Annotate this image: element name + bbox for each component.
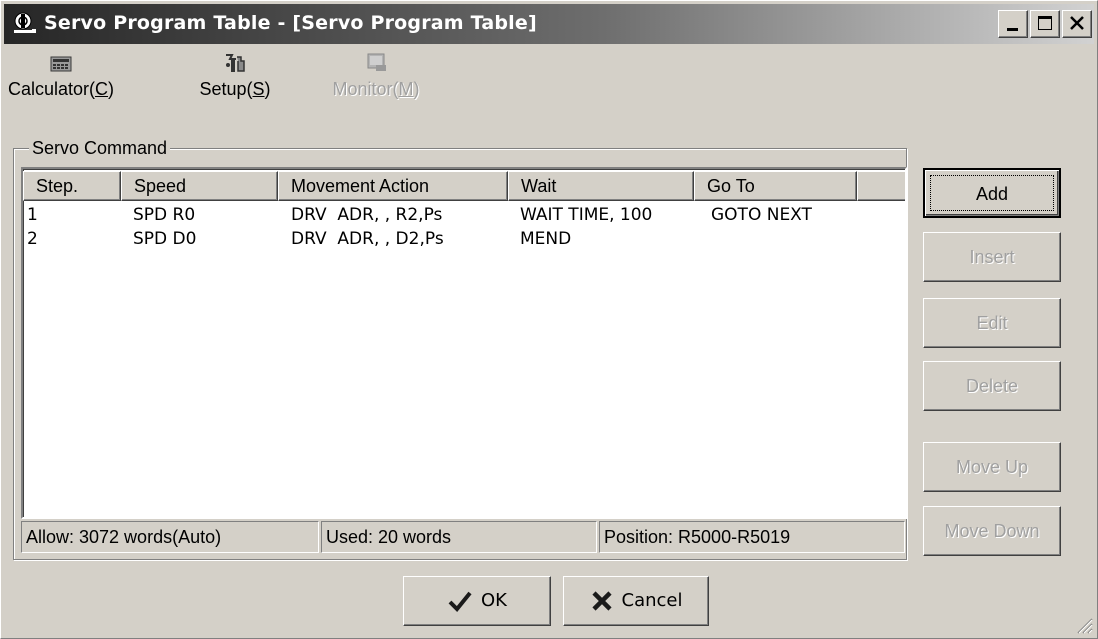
ok-label: OK — [481, 590, 507, 611]
column-header-wait[interactable]: Wait — [508, 171, 694, 201]
cell-speed: SPD R0 — [133, 205, 196, 225]
window-controls — [996, 10, 1092, 38]
close-button[interactable] — [1062, 10, 1092, 38]
insert-button[interactable]: Insert — [923, 232, 1061, 282]
cell-wait: MEND — [520, 229, 572, 249]
cell-step: 2 — [27, 229, 38, 249]
maximize-button[interactable] — [1030, 10, 1060, 38]
column-header-speed[interactable]: Speed — [121, 171, 278, 201]
ok-button[interactable]: OK — [403, 576, 551, 626]
calculator-button[interactable]: Calculator(C) — [6, 51, 116, 100]
edit-button[interactable]: Edit — [923, 298, 1061, 348]
maximize-icon — [1038, 16, 1052, 30]
app-icon[interactable] — [12, 12, 36, 34]
move-down-button[interactable]: Move Down — [923, 506, 1061, 556]
cell-movement-action: DRV ADR, , D2,Ps — [291, 229, 444, 249]
toolbar: Calculator(C) Setup(S) Monitor(M) — [4, 51, 1094, 121]
column-header-filler — [857, 171, 905, 201]
status-allow: Allow: 3072 words(Auto) — [21, 521, 319, 553]
insert-label: Insert — [969, 247, 1015, 267]
move-up-button[interactable]: Move Up — [923, 442, 1061, 492]
focus-rect — [930, 175, 1054, 211]
cancel-button[interactable]: Cancel — [563, 576, 709, 626]
servo-command-label: Servo Command — [29, 138, 171, 159]
add-button[interactable]: Add — [923, 168, 1061, 218]
close-icon — [1070, 16, 1084, 30]
cell-speed: SPD D0 — [133, 229, 197, 249]
setup-label: Setup(S) — [199, 79, 271, 99]
checkmark-icon — [448, 591, 472, 612]
calculator-icon — [50, 56, 72, 72]
title-bar[interactable]: Servo Program Table - [Servo Program Tab… — [4, 4, 1094, 44]
cell-step: 1 — [27, 205, 38, 225]
cell-goto: GOTO NEXT — [711, 205, 812, 225]
minimize-icon — [1007, 28, 1018, 31]
window-title: Servo Program Table - [Servo Program Tab… — [44, 12, 537, 34]
column-header-goto[interactable]: Go To — [694, 171, 857, 201]
monitor-button[interactable]: Monitor(M) — [326, 51, 426, 100]
calculator-label: Calculator(C) — [7, 79, 115, 99]
cell-movement-action: DRV ADR, , R2,Ps — [291, 205, 443, 225]
column-header-step[interactable]: Step. — [23, 171, 121, 201]
monitor-icon — [367, 53, 386, 71]
status-used: Used: 20 words — [321, 521, 597, 553]
column-header-movement-action[interactable]: Movement Action — [278, 171, 508, 201]
servo-command-list[interactable]: Step. Speed Movement Action Wait Go To 1… — [21, 167, 907, 519]
move-down-label: Move Down — [944, 521, 1040, 541]
resize-grip-icon[interactable] — [1073, 614, 1093, 634]
monitor-label: Monitor(M) — [332, 79, 420, 99]
move-up-label: Move Up — [955, 457, 1029, 477]
edit-label: Edit — [976, 313, 1008, 333]
delete-label: Delete — [965, 376, 1019, 396]
setup-button[interactable]: Setup(S) — [190, 51, 280, 100]
cancel-label: Cancel — [621, 590, 683, 611]
servo-program-table-window: Servo Program Table - [Servo Program Tab… — [0, 0, 1098, 639]
cell-wait: WAIT TIME, 100 — [520, 205, 653, 225]
status-position: Position: R5000-R5019 — [599, 521, 905, 553]
x-cross-icon — [591, 591, 612, 611]
tools-icon — [226, 54, 245, 72]
delete-button[interactable]: Delete — [923, 361, 1061, 411]
minimize-button[interactable] — [998, 10, 1028, 38]
